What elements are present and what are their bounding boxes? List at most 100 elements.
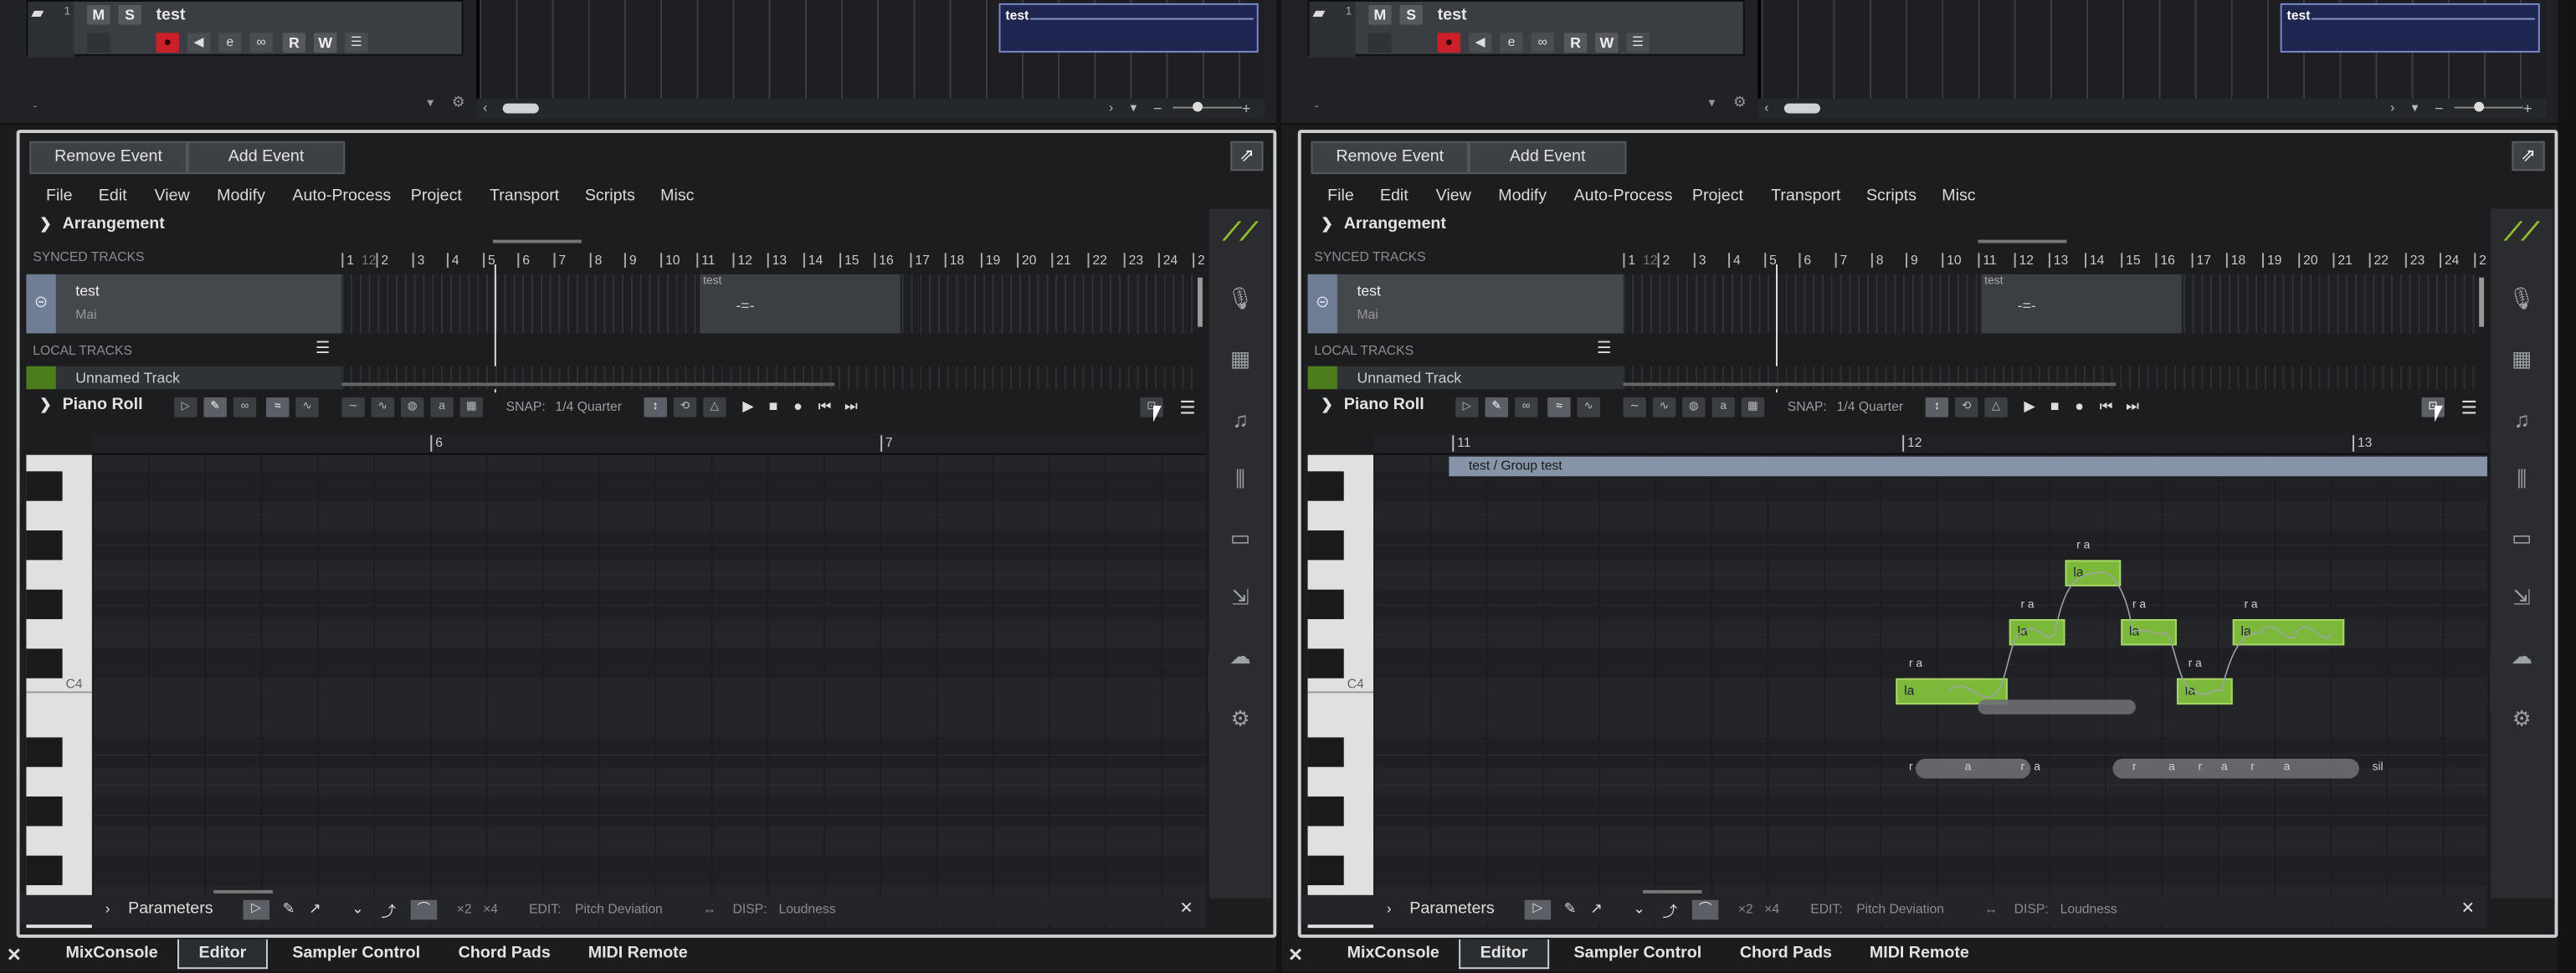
tab-mixconsole[interactable]: MixConsole [1347, 945, 1439, 963]
list-icon[interactable]: ☰ [1626, 33, 1650, 53]
down-icon[interactable]: ⌄ [352, 900, 364, 919]
pitch-tool-icon[interactable]: ≈ [1547, 397, 1571, 417]
horizontal-scrollbar[interactable]: ‹ › ▾ − + [1758, 98, 2547, 119]
piano-roll-ruler[interactable]: 11 12 13 [1373, 433, 2487, 455]
close-icon[interactable]: ✕ [1288, 945, 1303, 966]
gear-icon[interactable]: ⚙ [1225, 704, 1255, 734]
tab-chord-pads[interactable]: Chord Pads [1740, 945, 1832, 963]
track-lane[interactable]: test [476, 0, 1265, 99]
close-icon[interactable]: ✕ [7, 945, 22, 966]
link-icon[interactable]: ⊝ [1307, 274, 1337, 334]
track-toggle[interactable] [87, 33, 110, 53]
edit-value[interactable]: Pitch Deviation [1856, 902, 1944, 917]
curve-icon[interactable]: ↗ [1590, 900, 1603, 919]
event-block[interactable]: test [998, 3, 1259, 53]
close-icon[interactable]: ✕ [2461, 900, 2475, 919]
select-tool-icon[interactable]: ▷ [1455, 397, 1479, 417]
add-event-button[interactable]: Add Event [1468, 141, 1627, 175]
tab-midi-remote[interactable]: MIDI Remote [588, 945, 688, 963]
black-key[interactable] [1307, 471, 1344, 501]
vibrato-icon[interactable]: ∿ [1652, 397, 1676, 417]
wave-icon[interactable]: ◍ [400, 397, 424, 417]
remove-event-button[interactable]: Remove Event [29, 141, 187, 175]
arrangement-vscroll[interactable] [1198, 277, 1203, 327]
synced-track-header[interactable]: ⊝ test Mai [26, 274, 342, 334]
tab-sampler-control[interactable]: Sampler Control [1574, 945, 1702, 963]
link-tool-icon[interactable]: ∞ [233, 397, 257, 417]
synced-track-lane[interactable]: test -=- [341, 274, 1199, 334]
menu-auto-process[interactable]: Auto-Process [292, 187, 391, 206]
add-event-button[interactable]: Add Event [187, 141, 346, 175]
menu-edit[interactable]: Edit [1380, 187, 1409, 206]
mute-button[interactable]: M [1368, 4, 1392, 25]
chevron-down-icon[interactable]: ❯ [39, 215, 52, 233]
write-button[interactable]: W [1595, 33, 1619, 53]
curve-icon[interactable]: ↗ [309, 900, 321, 919]
vibrato-icon[interactable]: ∿ [371, 397, 395, 417]
arrangement-section[interactable]: ❯ Arrangement [20, 212, 1203, 238]
tab-sampler-control[interactable]: Sampler Control [292, 945, 420, 963]
dropdown-icon[interactable]: ▾ [427, 95, 434, 110]
zoom-out-icon[interactable]: − [2435, 100, 2443, 117]
curve-tool-icon[interactable]: ∿ [1577, 397, 1600, 417]
read-button[interactable]: R [282, 33, 306, 53]
pitch-tool-icon[interactable]: ≈ [266, 397, 290, 417]
list-icon[interactable]: ☰ [345, 33, 368, 53]
record-enable-icon[interactable]: ● [1437, 33, 1461, 53]
stop-icon[interactable]: ■ [2050, 397, 2060, 414]
forward-icon[interactable]: ⏭ [2126, 397, 2139, 416]
x2-button[interactable]: ×2 [1738, 902, 1753, 917]
menu-misc[interactable]: Misc [1942, 187, 1975, 206]
rewind-icon[interactable]: ⏮ [2100, 397, 2113, 416]
x4-button[interactable]: ×4 [1764, 902, 1779, 917]
music-note-icon[interactable]: ♫ [1225, 406, 1255, 435]
dropdown-icon[interactable]: ▾ [1709, 95, 1716, 110]
chevron-right-icon[interactable]: › [105, 900, 110, 917]
snap-toggle-icon[interactable]: ↕ [1925, 397, 1949, 417]
track-lane[interactable]: test [1758, 0, 2547, 99]
track-toggle[interactable] [1368, 33, 1392, 53]
pitch-curve-icon[interactable]: ∼ [341, 397, 365, 417]
arrangement-ruler[interactable]: 1 12 2 3 4 5 6 7 8 9 10 11 12 13 14 15 1… [341, 253, 1205, 271]
x4-button[interactable]: ×4 [483, 902, 498, 917]
black-key[interactable] [1307, 737, 1344, 767]
book-icon[interactable]: ▭ [1225, 524, 1255, 553]
tab-midi-remote[interactable]: MIDI Remote [1870, 945, 1969, 963]
local-tracks-menu-icon[interactable]: ☰ [316, 340, 331, 358]
local-tracks-menu-icon[interactable]: ☰ [1597, 340, 1612, 358]
black-key[interactable] [1307, 796, 1344, 827]
piano-roll-hscroll[interactable] [213, 889, 273, 894]
menu-project[interactable]: Project [411, 187, 462, 206]
monitor-icon[interactable]: ◀ [187, 33, 211, 53]
x2-button[interactable]: ×2 [457, 902, 472, 917]
local-track-header[interactable]: Unnamed Track [26, 366, 342, 390]
horizontal-scrollbar[interactable]: ‹ › ▾ − + [476, 98, 1265, 119]
link-icon[interactable]: ⊝ [26, 274, 56, 334]
scroll-left-icon[interactable]: ‹ [1764, 100, 1768, 115]
play-icon[interactable]: ▶ [2024, 397, 2035, 416]
export-icon[interactable]: ⇲ [2507, 583, 2537, 612]
library-icon[interactable]: ⫼ [2507, 465, 2537, 494]
rewind-icon[interactable]: ⏮ [818, 397, 832, 416]
black-key[interactable] [26, 737, 63, 767]
link-icon[interactable]: ∞ [249, 33, 273, 53]
zoom-slider[interactable] [2454, 106, 2524, 109]
select-tool-icon[interactable]: ▷ [1524, 899, 1552, 920]
piano-roll-grid[interactable] [91, 454, 1206, 929]
remove-event-button[interactable]: Remove Event [1311, 141, 1469, 175]
music-note-icon[interactable]: ♫ [2507, 406, 2537, 435]
piano-roll-grid[interactable]: test / Group test r a la r a la r a la r… [1373, 454, 2487, 929]
tab-chord-pads[interactable]: Chord Pads [459, 945, 551, 963]
tab-mixconsole[interactable]: MixConsole [66, 945, 158, 963]
gear-icon[interactable]: ⚙ [2507, 704, 2537, 734]
book-icon[interactable]: ▭ [2507, 524, 2537, 553]
black-key[interactable] [1307, 530, 1344, 561]
menu-scripts[interactable]: Scripts [585, 187, 635, 206]
black-key[interactable] [1307, 589, 1344, 620]
menu-transport[interactable]: Transport [490, 187, 559, 206]
zoom-slider-handle[interactable] [1193, 101, 1203, 112]
clapper-icon[interactable]: ▦ [2507, 345, 2537, 374]
disp-value[interactable]: Loudness [2060, 902, 2117, 917]
menu-view[interactable]: View [1436, 187, 1471, 206]
read-button[interactable]: R [1563, 33, 1588, 53]
